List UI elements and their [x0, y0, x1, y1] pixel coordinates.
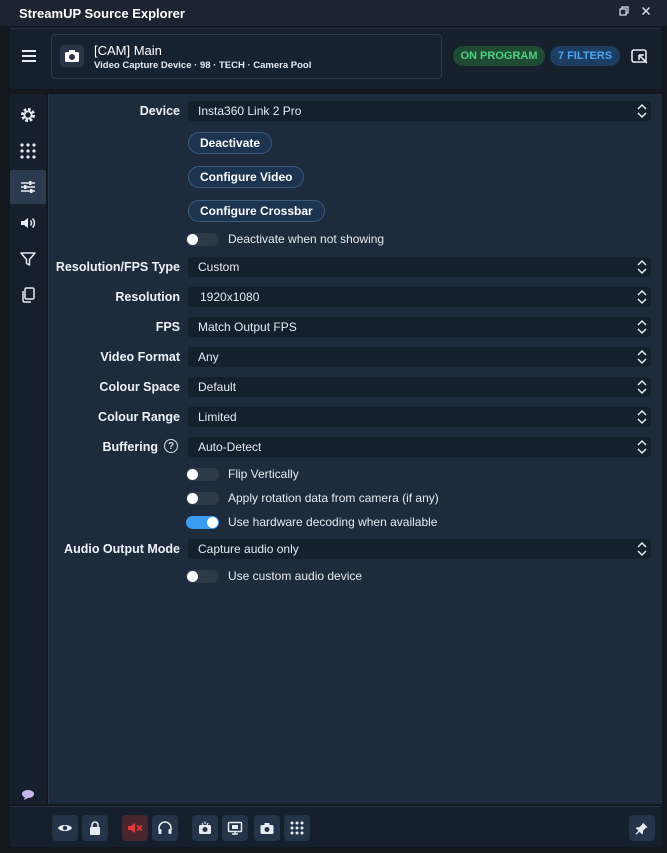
footer-toolbar	[10, 806, 661, 847]
fps-label: FPS	[155, 320, 180, 334]
device-select[interactable]: Insta360 Link 2 Pro	[188, 101, 651, 121]
updown-icon	[637, 103, 647, 119]
projector-button[interactable]	[222, 815, 248, 841]
muted-speaker-icon	[128, 823, 143, 833]
colour-space-value: Default	[198, 380, 237, 394]
deactivate-toggle[interactable]	[186, 233, 219, 246]
video-format-select[interactable]: Any	[188, 347, 651, 367]
menu-button[interactable]	[19, 47, 39, 67]
sidebar-item-audio[interactable]	[10, 206, 46, 240]
hw-decoding-toggle-label: Use hardware decoding when available	[228, 515, 438, 529]
buffering-label-text: Buffering	[102, 440, 158, 454]
chat-icon	[22, 790, 34, 800]
colour-space-select[interactable]: Default	[188, 377, 651, 397]
colour-range-value: Limited	[198, 410, 237, 424]
colour-range-label: Colour Range	[98, 410, 180, 424]
updown-icon	[637, 379, 647, 395]
visibility-button[interactable]	[52, 815, 78, 841]
select-source-icon[interactable]	[629, 46, 651, 68]
camera-button[interactable]	[254, 815, 280, 841]
sliders-icon	[21, 181, 35, 193]
eye-icon	[58, 825, 72, 831]
monitor-icon	[227, 821, 243, 835]
video-format-value: Any	[198, 350, 219, 364]
properties-panel: Device Insta360 Link 2 Pro Deactivate Co…	[48, 94, 662, 804]
audio-mode-value: Capture audio only	[198, 542, 299, 556]
sidebar-item-filters[interactable]	[10, 242, 46, 276]
lock-button[interactable]	[82, 815, 108, 841]
pin-button[interactable]	[629, 815, 655, 841]
restore-icon[interactable]	[616, 5, 632, 21]
rotation-toggle[interactable]	[186, 492, 219, 505]
buffering-select[interactable]: Auto-Detect	[188, 437, 651, 457]
flip-toggle-label: Flip Vertically	[228, 467, 299, 481]
res-type-value: Custom	[198, 260, 240, 274]
updown-icon	[637, 319, 647, 335]
buffering-value: Auto-Detect	[198, 440, 262, 454]
resolution-select[interactable]: 1920x1080	[188, 287, 651, 307]
source-name: [CAM] Main	[94, 43, 162, 58]
fps-value: Match Output FPS	[198, 320, 297, 334]
colour-range-select[interactable]: Limited	[188, 407, 651, 427]
grid-icon	[20, 143, 36, 159]
hw-decoding-toggle[interactable]	[186, 516, 219, 529]
updown-icon	[637, 259, 647, 275]
copy-icon	[22, 287, 35, 303]
sidebar-item-settings[interactable]	[10, 98, 46, 132]
custom-audio-toggle-label: Use custom audio device	[228, 569, 363, 583]
resolution-value: 1920x1080	[200, 290, 260, 304]
sidebar-item-copy[interactable]	[10, 278, 46, 312]
filters-badge[interactable]: 7 FILTERS	[550, 46, 620, 66]
video-format-label: Video Format	[100, 350, 180, 364]
audio-mode-select[interactable]: Capture audio only	[188, 539, 651, 559]
updown-icon	[637, 439, 647, 455]
app-title: StreamUP Source Explorer	[19, 6, 185, 21]
rotation-toggle-label: Apply rotation data from camera (if any)	[228, 491, 439, 505]
updown-icon	[637, 541, 647, 557]
sidebar-item-grid[interactable]	[10, 134, 46, 168]
lock-icon	[90, 821, 100, 835]
help-icon[interactable]: ?	[164, 439, 178, 453]
resolution-label: Resolution	[115, 290, 180, 304]
monitor-audio-button[interactable]	[152, 815, 178, 841]
configure-crossbar-button[interactable]: Configure Crossbar	[188, 200, 325, 222]
speaker-icon	[21, 217, 36, 229]
configure-video-button[interactable]: Configure Video	[188, 166, 305, 188]
filter-icon	[20, 252, 36, 266]
gear-icon	[21, 108, 35, 122]
deactivate-button[interactable]: Deactivate	[188, 132, 273, 154]
source-card[interactable]: [CAM] Main Video Capture Device · 98 · T…	[51, 34, 442, 79]
updown-icon	[637, 289, 647, 305]
fps-select[interactable]: Match Output FPS	[188, 317, 651, 337]
custom-audio-toggle[interactable]	[186, 570, 219, 583]
device-value: Insta360 Link 2 Pro	[198, 104, 302, 118]
flip-toggle[interactable]	[186, 468, 219, 481]
screenshot-button[interactable]	[192, 815, 218, 841]
sidebar	[10, 94, 46, 804]
deactivate-toggle-label: Deactivate when not showing	[228, 232, 385, 246]
on-program-badge: ON PROGRAM	[453, 46, 545, 66]
headphones-icon	[158, 821, 172, 834]
close-icon[interactable]	[638, 5, 654, 21]
device-label: Device	[139, 104, 180, 118]
updown-icon	[637, 409, 647, 425]
camera-icon	[260, 823, 274, 834]
source-subtitle: Video Capture Device · 98 · TECH · Camer…	[94, 60, 312, 71]
camera-icon	[60, 45, 84, 67]
sidebar-item-properties[interactable]	[10, 170, 46, 204]
res-type-select[interactable]: Custom	[188, 257, 651, 277]
mute-button[interactable]	[122, 815, 148, 841]
camera-flash-icon	[199, 821, 211, 834]
title-bar: StreamUP Source Explorer	[0, 0, 667, 26]
grid-icon	[290, 821, 304, 835]
colour-space-label: Colour Space	[99, 380, 180, 394]
grid-button[interactable]	[284, 815, 310, 841]
res-type-label: Resolution/FPS Type	[55, 260, 180, 274]
audio-mode-label: Audio Output Mode	[64, 542, 180, 556]
source-header: [CAM] Main Video Capture Device · 98 · T…	[10, 28, 661, 89]
pin-icon	[635, 822, 648, 835]
updown-icon	[637, 349, 647, 365]
